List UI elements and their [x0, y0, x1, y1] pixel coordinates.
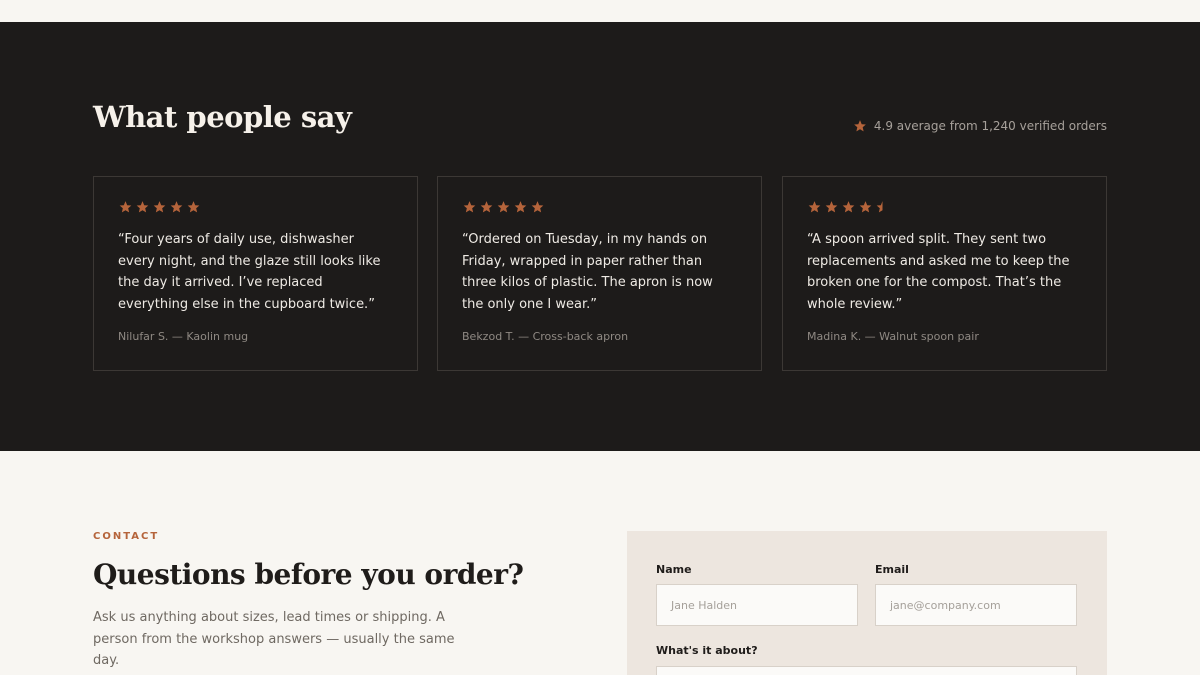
half-star-icon — [876, 201, 883, 213]
star-rating — [118, 200, 393, 214]
reviews-section: What people say 4.9 average from 1,240 v… — [0, 22, 1200, 451]
review-card: “Ordered on Tuesday, in my hands on Frid… — [437, 176, 762, 371]
review-quote: “A spoon arrived split. They sent two re… — [807, 232, 1070, 312]
topic-field[interactable] — [656, 666, 1077, 675]
review-byline: Madina K. — Walnut spoon pair — [807, 330, 979, 343]
star-icon — [514, 201, 527, 213]
star-icon — [859, 201, 872, 213]
star-icon — [497, 201, 510, 213]
email-field[interactable]: jane@company.com — [875, 584, 1077, 626]
star-icon — [531, 201, 544, 213]
contact-form: Name Jane Halden Email jane@company.com … — [627, 531, 1107, 675]
topic-label: What's it about? — [656, 644, 758, 657]
email-label: Email — [875, 563, 909, 576]
star-icon — [842, 201, 855, 213]
star-icon — [153, 201, 166, 213]
star-icon — [808, 201, 821, 213]
contact-title: Questions before you order? — [93, 558, 524, 591]
star-icon — [170, 201, 183, 213]
star-icon — [119, 201, 132, 213]
rating-summary-text: 4.9 average from 1,240 verified orders — [873, 119, 1107, 133]
star-icon — [825, 201, 838, 213]
review-quote: “Four years of daily use, dishwasher eve… — [118, 232, 381, 312]
name-label: Name — [656, 563, 692, 576]
contact-eyebrow: CONTACT — [93, 531, 160, 542]
star-rating — [462, 200, 737, 214]
contact-description: Ask us anything about sizes, lead times … — [93, 610, 455, 668]
star-icon — [136, 201, 149, 213]
reviews-title: What people say — [93, 100, 352, 134]
review-quote: “Ordered on Tuesday, in my hands on Frid… — [462, 232, 713, 312]
review-byline: Bekzod T. — Cross-back apron — [462, 330, 629, 343]
review-byline: Nilufar S. — Kaolin mug — [118, 330, 249, 343]
star-icon — [480, 201, 493, 213]
star-icon — [463, 201, 476, 213]
star-icon — [854, 120, 866, 132]
review-card: “Four years of daily use, dishwasher eve… — [93, 176, 418, 371]
star-icon — [187, 201, 200, 213]
top-strip — [0, 0, 1200, 22]
name-field[interactable]: Jane Halden — [656, 584, 858, 626]
star-rating — [807, 200, 1082, 214]
review-card: “A spoon arrived split. They sent two re… — [782, 176, 1107, 371]
rating-summary: 4.9 average from 1,240 verified orders — [853, 119, 1107, 133]
